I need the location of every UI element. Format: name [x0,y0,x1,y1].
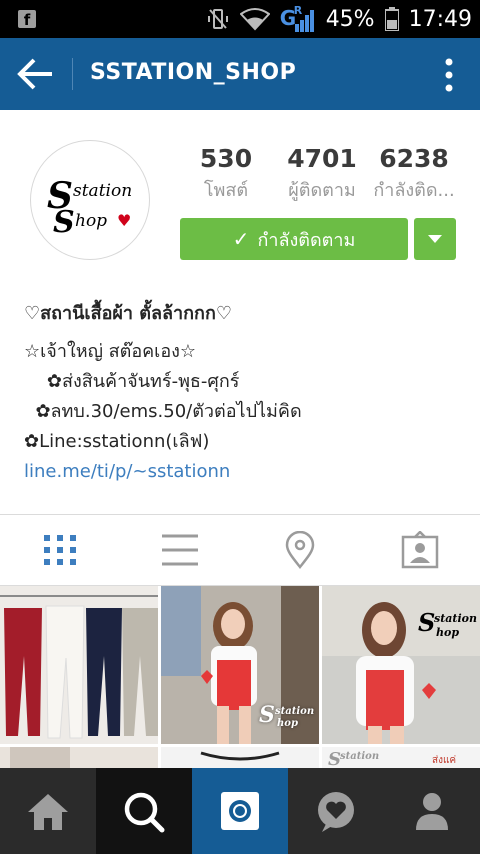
nav-search[interactable] [96,768,192,854]
home-icon [28,794,68,830]
wifi-icon [239,8,270,31]
avatar[interactable]: S station S hop ♥ [30,140,150,260]
nav-activity[interactable] [288,768,384,854]
location-pin-icon[interactable] [280,531,320,569]
profile-name: ♡สถานีเสื้อผ้า ตั้ลล้ากกก♡ [24,303,232,324]
list-icon[interactable] [160,531,200,569]
stat-following-label: กำลังติด... [373,180,455,201]
app-bar: SSTATION_SHOP [0,38,480,110]
signal-icon [294,10,314,32]
photo-partial-text: ส่งแค่ [432,755,457,766]
page-title: SSTATION_SHOP [90,60,297,85]
profile-bio: ♡สถานีเสื้อผ้า ตั้ลล้ากกก♡ ☆เจ้าใหญ่ สต๊… [24,298,464,482]
facebook-notification-icon: f [18,10,36,29]
photo-watermark-line1: station [275,706,315,717]
stat-followers[interactable]: 4701 ผู้ติดตาม [280,144,364,204]
photo-partial-image [0,747,158,768]
heart-bubble-icon [318,792,354,832]
photo-pants-image [0,586,158,744]
avatar-text-2: hop [75,211,108,231]
search-icon [124,792,165,833]
following-button[interactable]: ✓ กำลังติดตาม [180,218,408,260]
grid-icon[interactable] [40,531,80,569]
vibrate-mute-icon [207,9,228,29]
photo-watermark-big: S [418,608,436,637]
profile-stats: 530 โพสต์ 4701 ผู้ติดตาม 6238 กำลังติด..… [180,144,460,204]
stat-posts-label: โพสต์ [203,180,249,201]
stat-posts-count: 530 [199,144,253,173]
nav-camera[interactable] [192,768,288,854]
stat-following-count: 6238 [379,144,449,173]
stat-posts[interactable]: 530 โพสต์ [186,144,266,204]
app-bar-divider [72,58,73,90]
battery-icon [384,7,399,31]
photo-watermark-line1: station [434,612,477,625]
nav-profile[interactable] [384,768,480,854]
camera-icon [221,792,259,830]
bio-line: ✿Line:sstationn(เลิฟ) [24,431,210,452]
bottom-navigation [0,768,480,854]
avatar-heart-icon: ♥ [117,211,132,230]
photo-model-image [322,586,480,744]
nav-home[interactable] [0,768,96,854]
bio-line: ✿ลทบ.30/ems.50/ตัวต่อไปไม่คิด [24,401,302,422]
person-icon [416,793,448,830]
photo-watermark-line2: hop [436,626,460,639]
photo-thumbnail[interactable] [0,586,158,744]
photo-thumbnail[interactable]: S station hop [161,586,319,744]
bio-line: ✿ส่งสินค้าจันทร์-พุธ-ศุกร์ [24,371,240,392]
photo-partial-image [161,747,319,768]
more-vertical-icon[interactable] [444,58,454,92]
stat-followers-label: ผู้ติดตาม [288,180,356,201]
battery-percent: 45% [325,6,375,32]
status-bar: f G R 45% 17:49 [0,0,480,38]
bio-website-link[interactable]: line.me/ti/p/~sstationn [24,461,464,482]
photo-watermark-line2: hop [277,718,298,729]
photo-thumbnail[interactable] [161,747,319,768]
bio-line: ☆เจ้าใหญ่ สต๊อคเอง☆ [24,341,197,362]
photo-thumbnail[interactable]: S station ส่งแค่ [322,747,480,768]
network-type: G R [280,4,316,34]
photo-watermark-line1: station [340,751,380,762]
caret-down-icon [428,235,442,243]
tagged-person-icon[interactable] [400,531,440,569]
profile-header: S station S hop ♥ 530 โพสต์ 4701 ผู้ติดต… [0,110,480,514]
following-button-label: กำลังติดตาม [257,229,356,251]
photo-thumbnail[interactable]: S station hop [322,586,480,744]
photo-watermark-big: S [259,702,275,728]
avatar-text-1: station [73,181,133,201]
checkmark-icon: ✓ [232,227,250,251]
photo-thumbnail[interactable] [0,747,158,768]
profile-view-tabs [0,514,480,586]
stat-followers-count: 4701 [287,144,357,173]
avatar-letter-2: S [53,205,75,240]
suggested-dropdown-button[interactable] [414,218,456,260]
stat-following[interactable]: 6238 กำลังติด... [364,144,464,204]
clock: 17:49 [408,6,472,32]
back-arrow-icon[interactable] [14,56,58,92]
photo-grid: S station hop S station hop S station ส่… [0,586,480,768]
